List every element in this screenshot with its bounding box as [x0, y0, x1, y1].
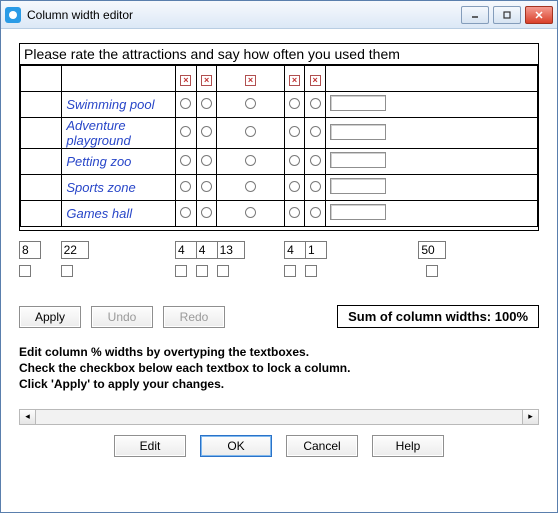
rating-radio[interactable] — [289, 98, 300, 109]
row-label: Adventure playground — [62, 118, 176, 149]
lock-checkbox[interactable] — [19, 265, 31, 277]
help-line: Check the checkbox below each textbox to… — [19, 360, 539, 376]
lock-checkbox[interactable] — [305, 265, 317, 277]
lock-checkbox[interactable] — [426, 265, 438, 277]
width-input[interactable] — [19, 241, 41, 259]
app-icon — [5, 7, 21, 23]
usage-input[interactable] — [330, 178, 386, 194]
usage-input[interactable] — [330, 124, 386, 140]
lock-checkbox[interactable] — [217, 265, 229, 277]
rating-radio[interactable] — [201, 126, 212, 137]
delete-column-icon[interactable]: × — [245, 75, 256, 86]
width-input[interactable] — [196, 241, 218, 259]
rating-radio[interactable] — [180, 126, 191, 137]
grid-header-row: × × × × × — [21, 66, 538, 92]
rating-radio[interactable] — [245, 126, 256, 137]
row-label: Sports zone — [62, 175, 176, 201]
help-line: Click 'Apply' to apply your changes. — [19, 376, 539, 392]
lock-checkbox[interactable] — [196, 265, 208, 277]
rating-radio[interactable] — [180, 207, 191, 218]
preview-grid: Please rate the attractions and say how … — [19, 43, 539, 231]
lock-checkbox[interactable] — [175, 265, 187, 277]
grid-table: × × × × × Swimming pool — [20, 65, 538, 227]
lock-checkbox[interactable] — [61, 265, 73, 277]
window: Column width editor Please rate the attr… — [0, 0, 558, 513]
delete-column-icon[interactable]: × — [180, 75, 191, 86]
width-input[interactable] — [61, 241, 89, 259]
delete-column-icon[interactable]: × — [310, 75, 321, 86]
delete-column-icon[interactable]: × — [201, 75, 212, 86]
grid-row: Swimming pool — [21, 92, 538, 118]
rating-radio[interactable] — [310, 98, 321, 109]
grid-row: Games hall — [21, 201, 538, 227]
scroll-right-arrow-icon[interactable]: ▸ — [522, 410, 538, 424]
rating-radio[interactable] — [310, 126, 321, 137]
rating-radio[interactable] — [245, 98, 256, 109]
ok-button[interactable]: OK — [200, 435, 272, 457]
client-area: Please rate the attractions and say how … — [1, 29, 557, 512]
rating-radio[interactable] — [289, 126, 300, 137]
titlebar: Column width editor — [1, 1, 557, 29]
redo-button[interactable]: Redo — [163, 306, 225, 328]
grid-row: Petting zoo — [21, 149, 538, 175]
cancel-button[interactable]: Cancel — [286, 435, 358, 457]
grid-heading: Please rate the attractions and say how … — [20, 44, 538, 65]
width-input[interactable] — [418, 241, 446, 259]
rating-radio[interactable] — [310, 207, 321, 218]
rating-radio[interactable] — [310, 181, 321, 192]
dialog-buttons: Edit OK Cancel Help — [19, 425, 539, 467]
rating-radio[interactable] — [201, 181, 212, 192]
lock-checkbox[interactable] — [284, 265, 296, 277]
usage-input[interactable] — [330, 95, 386, 111]
usage-input[interactable] — [330, 152, 386, 168]
scroll-track[interactable] — [36, 410, 522, 424]
usage-input[interactable] — [330, 204, 386, 220]
help-text: Edit column % widths by overtyping the t… — [19, 344, 539, 393]
delete-column-icon[interactable]: × — [289, 75, 300, 86]
help-button[interactable]: Help — [372, 435, 444, 457]
rating-radio[interactable] — [180, 155, 191, 166]
grid-row: Adventure playground — [21, 118, 538, 149]
rating-radio[interactable] — [289, 181, 300, 192]
rating-radio[interactable] — [201, 207, 212, 218]
rating-radio[interactable] — [180, 98, 191, 109]
sum-label: Sum of column widths: — [348, 309, 495, 324]
scroll-left-arrow-icon[interactable]: ◂ — [20, 410, 36, 424]
rating-radio[interactable] — [201, 155, 212, 166]
width-input[interactable] — [175, 241, 197, 259]
help-line: Edit column % widths by overtyping the t… — [19, 344, 539, 360]
close-button[interactable] — [525, 6, 553, 24]
rating-radio[interactable] — [245, 207, 256, 218]
sum-value: 100% — [495, 309, 528, 324]
rating-radio[interactable] — [310, 155, 321, 166]
row-label: Swimming pool — [62, 92, 176, 118]
undo-button[interactable]: Undo — [91, 306, 153, 328]
maximize-button[interactable] — [493, 6, 521, 24]
width-editors-row — [19, 241, 539, 277]
sum-display: Sum of column widths: 100% — [337, 305, 539, 328]
row-label: Games hall — [62, 201, 176, 227]
rating-radio[interactable] — [180, 181, 191, 192]
apply-button[interactable]: Apply — [19, 306, 81, 328]
action-row: Apply Undo Redo Sum of column widths: 10… — [19, 305, 539, 328]
rating-radio[interactable] — [289, 207, 300, 218]
horizontal-scrollbar[interactable]: ◂ ▸ — [19, 409, 539, 425]
rating-radio[interactable] — [289, 155, 300, 166]
width-input[interactable] — [305, 241, 327, 259]
width-input[interactable] — [217, 241, 245, 259]
window-title: Column width editor — [27, 8, 457, 22]
minimize-button[interactable] — [461, 6, 489, 24]
rating-radio[interactable] — [245, 181, 256, 192]
grid-row: Sports zone — [21, 175, 538, 201]
edit-button[interactable]: Edit — [114, 435, 186, 457]
row-label: Petting zoo — [62, 149, 176, 175]
width-input[interactable] — [284, 241, 306, 259]
rating-radio[interactable] — [201, 98, 212, 109]
rating-radio[interactable] — [245, 155, 256, 166]
